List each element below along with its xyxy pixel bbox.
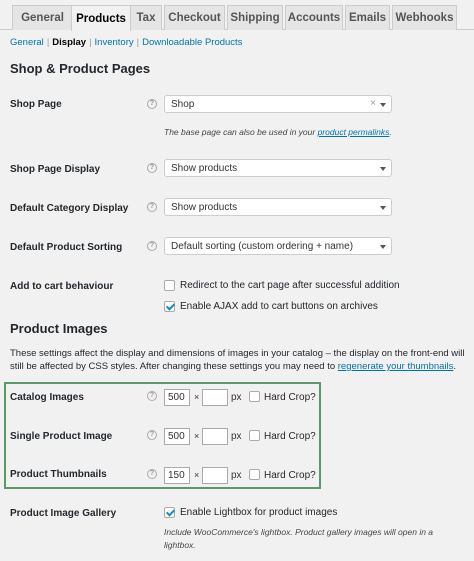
product-images-heading: Product Images <box>10 321 108 336</box>
enable-ajax-label: Enable AJAX add to cart buttons on archi… <box>180 301 378 312</box>
clear-icon[interactable]: × <box>370 98 376 109</box>
thumbnails-width-input[interactable]: 150 <box>164 467 190 484</box>
times-icon: × <box>194 431 200 441</box>
help-icon[interactable]: ? <box>147 430 157 440</box>
single-height-input[interactable] <box>202 428 228 445</box>
subnav-display[interactable]: Display <box>52 37 86 48</box>
tab-accounts[interactable]: Accounts <box>285 5 343 30</box>
tab-shipping[interactable]: Shipping <box>227 5 283 30</box>
add-to-cart-behaviour-label: Add to cart behaviour <box>10 281 114 292</box>
tab-products[interactable]: Products <box>71 5 131 31</box>
subnav-separator: | <box>89 37 92 48</box>
subnav-inventory[interactable]: Inventory <box>95 37 134 48</box>
times-icon: × <box>194 392 200 402</box>
subnav-separator: | <box>136 37 140 48</box>
shop-page-label: Shop Page <box>10 99 62 110</box>
catalog-width-input[interactable]: 500 <box>164 389 190 406</box>
help-icon[interactable]: ? <box>147 391 157 401</box>
settings-tab-bar: General Products Tax Checkout Shipping A… <box>0 0 474 31</box>
default-product-sorting-select[interactable]: Default sorting (custom ordering + name) <box>164 237 392 255</box>
single-product-image-label: Single Product Image <box>10 431 113 442</box>
default-category-display-value: Show products <box>171 202 238 213</box>
default-product-sorting-label: Default Product Sorting <box>10 242 123 253</box>
redirect-to-cart-label: Redirect to the cart page after successf… <box>180 280 400 291</box>
catalog-hard-crop-label: Hard Crop? <box>264 392 316 403</box>
default-product-sorting-value: Default sorting (custom ordering + name) <box>171 241 354 252</box>
single-hard-crop-checkbox[interactable] <box>249 430 260 441</box>
single-px-unit: px <box>231 431 242 442</box>
lightbox-description-line2: lightbox. <box>164 540 196 550</box>
enable-ajax-checkbox[interactable] <box>164 301 175 312</box>
shop-page-display-value: Show products <box>171 163 238 174</box>
catalog-images-label: Catalog Images <box>10 392 84 403</box>
tab-webhooks[interactable]: Webhooks <box>392 5 457 30</box>
shop-pages-heading: Shop & Product Pages <box>10 61 151 76</box>
chevron-down-icon <box>380 103 386 107</box>
product-images-description: These settings affect the display and di… <box>10 348 465 372</box>
default-category-display-label: Default Category Display <box>10 203 129 214</box>
tab-general[interactable]: General <box>12 5 73 30</box>
regenerate-thumbnails-link[interactable]: regenerate your thumbnails <box>338 361 454 372</box>
thumbnails-px-unit: px <box>231 470 242 481</box>
lightbox-description-line1: Include WooCommerce's lightbox. Product … <box>164 527 434 537</box>
product-image-gallery-label: Product Image Gallery <box>10 508 117 519</box>
catalog-height-input[interactable] <box>202 389 228 406</box>
times-icon: × <box>194 470 200 480</box>
subnav-general[interactable]: General <box>10 37 44 48</box>
help-icon[interactable]: ? <box>147 163 157 173</box>
shop-page-select[interactable]: Shop × <box>164 95 392 113</box>
product-thumbnails-label: Product Thumbnails <box>10 469 107 480</box>
thumbnails-hard-crop-checkbox[interactable] <box>249 469 260 480</box>
catalog-px-unit: px <box>231 392 242 403</box>
help-icon[interactable]: ? <box>147 202 157 212</box>
help-icon[interactable]: ? <box>147 469 157 479</box>
shop-page-value: Shop <box>171 99 195 110</box>
help-icon[interactable]: ? <box>147 99 157 109</box>
subnav-separator: | <box>46 37 50 48</box>
catalog-hard-crop-checkbox[interactable] <box>249 391 260 402</box>
chevron-down-icon <box>380 167 386 171</box>
default-category-display-select[interactable]: Show products <box>164 198 392 216</box>
shop-page-display-label: Shop Page Display <box>10 164 101 175</box>
chevron-down-icon <box>380 206 386 210</box>
redirect-to-cart-checkbox[interactable] <box>164 280 175 291</box>
product-permalinks-link[interactable]: product permalinks <box>318 127 390 137</box>
thumbnails-hard-crop-label: Hard Crop? <box>264 470 316 481</box>
enable-lightbox-checkbox[interactable] <box>164 507 175 518</box>
shop-page-display-select[interactable]: Show products <box>164 159 392 177</box>
tab-emails[interactable]: Emails <box>345 5 390 30</box>
single-hard-crop-label: Hard Crop? <box>264 431 316 442</box>
thumbnails-height-input[interactable] <box>202 467 228 484</box>
enable-lightbox-label: Enable Lightbox for product images <box>180 507 338 518</box>
tab-checkout[interactable]: Checkout <box>164 5 225 30</box>
help-icon[interactable]: ? <box>147 241 157 251</box>
subnav-downloadable-products[interactable]: Downloadable Products <box>142 37 242 48</box>
shop-page-description: The base page can also be used in your p… <box>164 127 392 137</box>
tab-tax[interactable]: Tax <box>130 5 162 30</box>
section-subnav: General | Display | Inventory | Downloadable P… <box>10 37 242 48</box>
single-width-input[interactable]: 500 <box>164 428 190 445</box>
chevron-down-icon <box>380 245 386 249</box>
